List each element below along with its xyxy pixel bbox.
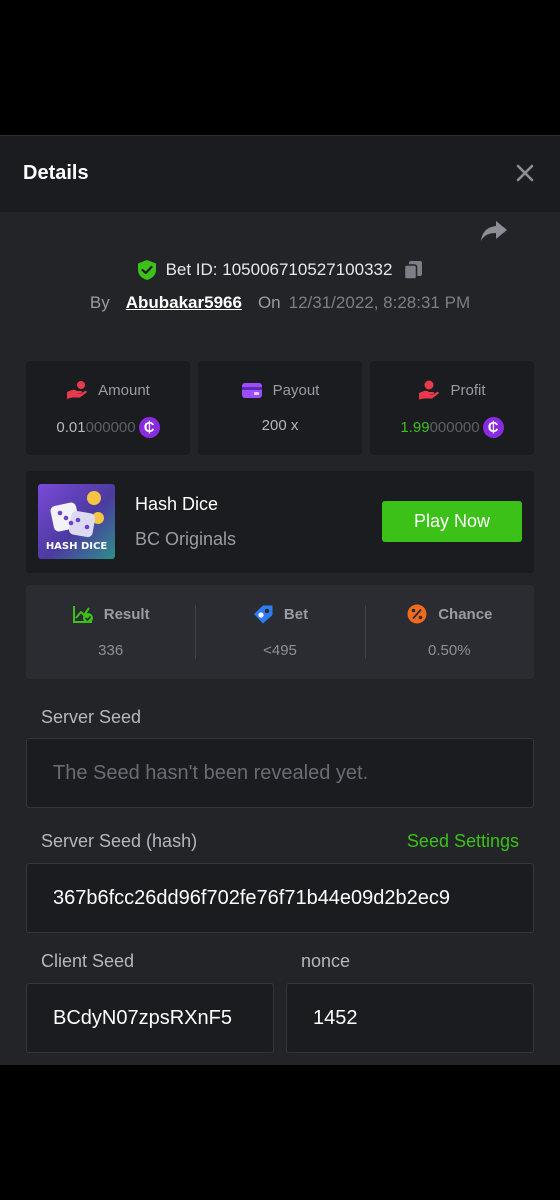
- shield-check-icon: [137, 260, 156, 280]
- chart-check-icon: [72, 606, 93, 623]
- game-thumbnail[interactable]: HASH DICE: [38, 484, 115, 559]
- bet-stats: Amount 0.01 000000 ₵ Payout 200 x Profit…: [26, 361, 534, 455]
- coin-icon: ₵: [138, 417, 160, 438]
- chance-cell: Chance 0.50%: [364, 585, 534, 679]
- thumb-label: HASH DICE: [45, 541, 108, 552]
- server-seed-hash-label: Server Seed (hash): [41, 831, 198, 851]
- server-seed-label: Server Seed: [41, 707, 142, 727]
- modal-title: Details: [23, 162, 89, 184]
- amount-value-dim: 000000: [85, 419, 136, 436]
- hand-coins-icon: [67, 381, 87, 399]
- bet-label: Bet: [283, 605, 309, 623]
- server-seed-hash-field[interactable]: 367b6fcc26dd96f702fe76f71b44e09d2b2ec9: [26, 863, 534, 933]
- seed-settings-link[interactable]: Seed Settings: [407, 831, 519, 852]
- game-provider: BC Originals: [135, 529, 237, 549]
- username-link[interactable]: Abubakar5966: [126, 293, 242, 313]
- payout-label: Payout: [272, 381, 320, 399]
- ticket-icon: [253, 605, 273, 624]
- share-icon[interactable]: [480, 219, 508, 243]
- result-value: 336: [98, 642, 124, 659]
- profit-value-main: 1.99: [400, 419, 430, 436]
- chance-value: 0.50%: [428, 642, 471, 659]
- profit-value-dim: 000000: [429, 419, 480, 436]
- bet-id-row: Bet ID: 105006710527100332: [0, 258, 560, 282]
- payout-stat: Payout 200 x: [198, 361, 362, 455]
- payout-value: 200 x: [261, 417, 299, 434]
- close-icon[interactable]: [514, 162, 536, 184]
- nonce-label: nonce: [301, 951, 351, 971]
- amount-label: Amount: [98, 381, 150, 399]
- result-label: Result: [103, 605, 150, 623]
- server-seed-field[interactable]: The Seed hasn't been revealed yet.: [26, 738, 534, 808]
- modal-header: Details: [0, 135, 560, 212]
- bet-id-text: Bet ID: 105006710527100332: [165, 260, 393, 279]
- game-card: HASH DICE Hash Dice BC Originals Play No…: [26, 471, 534, 573]
- bet-value: <495: [263, 642, 297, 659]
- percent-icon: [407, 604, 427, 624]
- wallet-icon: [241, 383, 262, 398]
- play-now-button[interactable]: Play Now: [382, 501, 522, 542]
- coin-icon: ₵: [482, 417, 504, 438]
- bet-meta-row: By Abubakar5966 On 12/31/2022, 8:28:31 P…: [0, 291, 560, 315]
- hand-heart-icon: [419, 380, 440, 400]
- client-seed-field[interactable]: BCdyN07zpsRXnF5: [26, 983, 274, 1053]
- bet-date: 12/31/2022, 8:28:31 PM: [288, 293, 471, 312]
- client-seed-label: Client Seed: [41, 951, 135, 971]
- amount-value-main: 0.01: [56, 419, 86, 436]
- result-cell: Result 336: [26, 585, 195, 679]
- amount-stat: Amount 0.01 000000 ₵: [26, 361, 190, 455]
- by-label: By: [89, 293, 110, 312]
- bet-details-modal: Details Bet ID: 105006710527100332 By Ab…: [0, 135, 560, 1065]
- game-name: Hash Dice: [135, 494, 219, 514]
- result-card: Result 336 Bet <495 Chance 0.50%: [26, 585, 534, 679]
- on-label: On: [257, 293, 281, 312]
- profit-stat: Profit 1.99 000000 ₵: [370, 361, 534, 455]
- chance-label: Chance: [438, 605, 493, 623]
- copy-icon[interactable]: [402, 259, 424, 281]
- bet-cell: Bet <495: [195, 585, 364, 679]
- profit-label: Profit: [450, 381, 486, 399]
- nonce-field[interactable]: 1452: [286, 983, 534, 1053]
